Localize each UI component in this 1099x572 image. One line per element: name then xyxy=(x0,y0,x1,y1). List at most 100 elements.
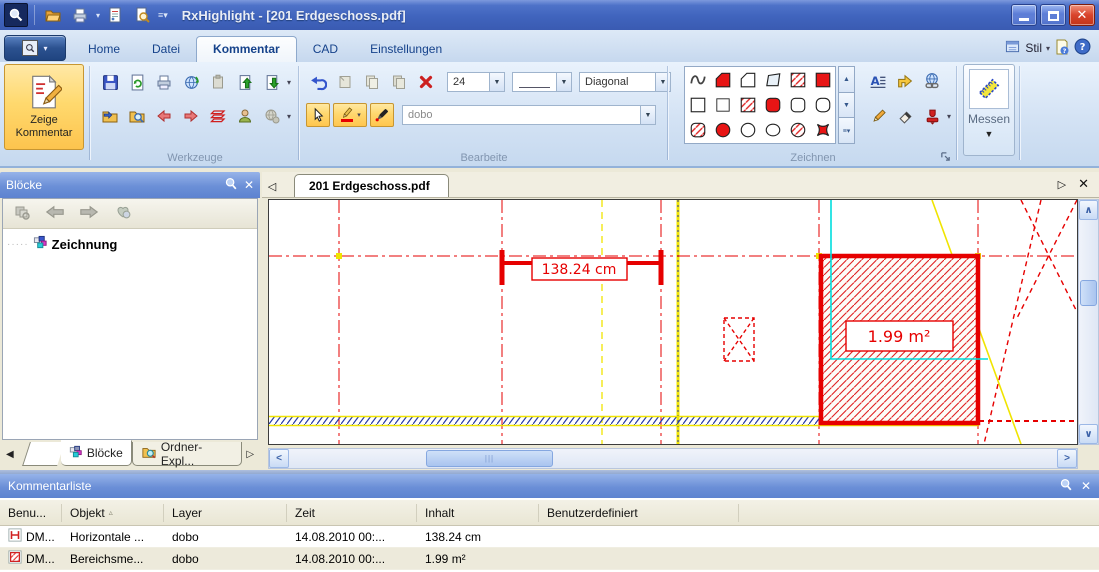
previous-comment-button[interactable] xyxy=(152,104,176,128)
print-preview-icon[interactable] xyxy=(130,3,154,27)
shape-swatch-rect-filled[interactable] xyxy=(810,67,835,92)
doc-tabs-scroll-right[interactable]: ▷ xyxy=(1058,178,1066,191)
shape-swatch-polygon[interactable] xyxy=(735,67,760,92)
tabs-scroll-left[interactable]: ◀ xyxy=(2,442,18,466)
document-tab[interactable]: 201 Erdgeschoss.pdf xyxy=(294,174,449,197)
page-dropdown-icon[interactable]: ▾ xyxy=(287,78,291,87)
tab-bloecke[interactable]: Blöcke xyxy=(60,440,132,466)
dimension-annotation[interactable]: 138.24 cm xyxy=(499,250,664,285)
gallery-up-button[interactable]: ▲ xyxy=(838,66,855,93)
document-properties-icon[interactable] xyxy=(103,3,127,27)
dialog-launcher-icon[interactable] xyxy=(939,150,952,163)
size-combo-dropdown-icon[interactable]: ▼ xyxy=(489,73,504,91)
tab-home[interactable]: Home xyxy=(72,37,136,62)
eraser-tool-button[interactable] xyxy=(893,104,917,128)
help-icon[interactable]: ? xyxy=(1074,38,1091,58)
column-header-layer[interactable]: Layer xyxy=(164,503,287,522)
refresh-document-button[interactable] xyxy=(125,70,149,94)
shape-swatch-rect-thin[interactable] xyxy=(710,92,735,117)
column-header-benutzer[interactable]: Benu... xyxy=(0,503,62,522)
shape-swatch-curve[interactable] xyxy=(685,67,710,92)
measure-button[interactable]: Messen ▼ xyxy=(963,64,1015,156)
close-button[interactable]: ✕ xyxy=(1069,4,1095,26)
page-down-button[interactable] xyxy=(260,70,284,94)
layers-button[interactable] xyxy=(206,104,230,128)
column-header-benutzerdefiniert[interactable]: Benutzerdefiniert xyxy=(539,503,739,522)
close-panel-icon[interactable]: ✕ xyxy=(244,178,254,192)
app-magnifier-icon[interactable] xyxy=(4,3,28,27)
shape-swatch-rounded-hatched[interactable] xyxy=(685,118,710,143)
application-menu-button[interactable]: ▾ xyxy=(4,35,66,61)
stamp-tool-button[interactable] xyxy=(920,104,944,128)
page-up-button[interactable] xyxy=(233,70,257,94)
tab-datei[interactable]: Datei xyxy=(136,37,196,62)
stil-label[interactable]: Stil xyxy=(1025,41,1042,55)
vertical-scroll-thumb[interactable] xyxy=(1080,280,1097,306)
callout-button[interactable] xyxy=(893,68,917,92)
shape-swatch-rounded[interactable] xyxy=(785,92,810,117)
hatch-combo[interactable]: Diagonal ▼ xyxy=(579,72,671,92)
shape-swatch-circle[interactable] xyxy=(735,118,760,143)
gallery-more-button[interactable]: ≡▾ xyxy=(838,118,855,145)
layer-combo[interactable]: dobo ▼ xyxy=(402,105,656,125)
pencil-tool-button[interactable] xyxy=(866,104,890,128)
pin-icon[interactable] xyxy=(1059,478,1073,495)
column-header-objekt[interactable]: Objekt ▵ xyxy=(62,503,164,522)
shape-swatch-rect-hatched-2[interactable] xyxy=(735,92,760,117)
delete-button[interactable] xyxy=(414,70,438,94)
drawing-canvas[interactable]: 138.24 cm 1.99 m² xyxy=(268,199,1078,445)
save-button[interactable] xyxy=(98,70,122,94)
minimize-button[interactable] xyxy=(1011,4,1037,26)
measure-dropdown-icon[interactable]: ▼ xyxy=(985,129,994,139)
marker-tool-button[interactable] xyxy=(370,103,394,127)
tabs-scroll-right[interactable]: ▷ xyxy=(242,442,258,466)
open-folder-icon[interactable] xyxy=(41,3,65,27)
column-header-inhalt[interactable]: Inhalt xyxy=(417,503,539,522)
shape-swatch-rounded-filled[interactable] xyxy=(760,92,785,117)
maximize-button[interactable] xyxy=(1040,4,1066,26)
horizontal-scrollbar[interactable]: < ||| > xyxy=(268,448,1078,469)
vertical-scrollbar[interactable]: ∧ ∨ xyxy=(1078,199,1099,445)
refresh-view-button[interactable] xyxy=(179,70,203,94)
scroll-down-button[interactable]: ∨ xyxy=(1079,424,1098,444)
shape-swatch-ellipse[interactable] xyxy=(760,118,785,143)
shape-swatch-polygon-filled[interactable] xyxy=(710,67,735,92)
annotation-color-button[interactable]: ▾ xyxy=(333,103,367,127)
hyperlink-button[interactable] xyxy=(920,68,944,92)
size-combo[interactable]: 24 ▼ xyxy=(447,72,505,92)
doc-tabs-scroll-left[interactable]: ◁ xyxy=(262,180,282,197)
shape-swatch-circle-filled[interactable] xyxy=(710,118,735,143)
line-style-combo[interactable]: ▼ xyxy=(512,72,572,92)
table-row-area[interactable]: DM... Bereichsme... dobo 14.08.2010 00:.… xyxy=(0,548,1099,570)
scroll-right-button[interactable]: > xyxy=(1057,449,1077,468)
horizontal-scroll-thumb[interactable]: ||| xyxy=(426,450,553,467)
stil-icon[interactable] xyxy=(1004,39,1021,57)
shape-swatch-rect-hatched[interactable] xyxy=(785,67,810,92)
shape-swatch-star-filled[interactable] xyxy=(810,118,835,143)
close-panel-icon[interactable]: ✕ xyxy=(1081,479,1091,493)
tab-ordner-explorer[interactable]: Ordner-Expl... xyxy=(131,440,243,468)
undo-button[interactable] xyxy=(306,70,330,94)
tab-kommentar[interactable]: Kommentar xyxy=(196,36,297,62)
shape-swatch-polyline-area[interactable] xyxy=(760,67,785,92)
print-dropdown-icon[interactable]: ▾ xyxy=(96,11,100,20)
layer-dropdown-icon[interactable]: ▼ xyxy=(640,106,655,124)
line-style-dropdown-icon[interactable]: ▼ xyxy=(556,73,571,91)
color-dropdown-icon[interactable]: ▾ xyxy=(357,111,361,119)
print-button[interactable] xyxy=(152,70,176,94)
next-comment-button[interactable] xyxy=(179,104,203,128)
toolbar-customize-icon[interactable]: ≡▾ xyxy=(158,10,168,21)
user-button[interactable] xyxy=(233,104,257,128)
select-tool-button[interactable] xyxy=(306,103,330,127)
stamp-dropdown-icon[interactable]: ▾ xyxy=(947,112,951,121)
tab-cad[interactable]: CAD xyxy=(297,37,354,62)
shape-swatch-rounded-2[interactable] xyxy=(810,92,835,117)
help-document-icon[interactable]: ? xyxy=(1054,39,1070,58)
scroll-up-button[interactable]: ∧ xyxy=(1079,200,1098,220)
stil-dropdown-icon[interactable]: ▾ xyxy=(1046,44,1050,53)
show-comment-button[interactable]: Zeige Kommentar xyxy=(4,64,84,150)
gallery-down-button[interactable]: ▼ xyxy=(838,92,855,119)
area-label-box[interactable]: 1.99 m² xyxy=(845,320,954,352)
pin-icon[interactable] xyxy=(224,177,238,194)
import-folder-button[interactable] xyxy=(98,104,122,128)
